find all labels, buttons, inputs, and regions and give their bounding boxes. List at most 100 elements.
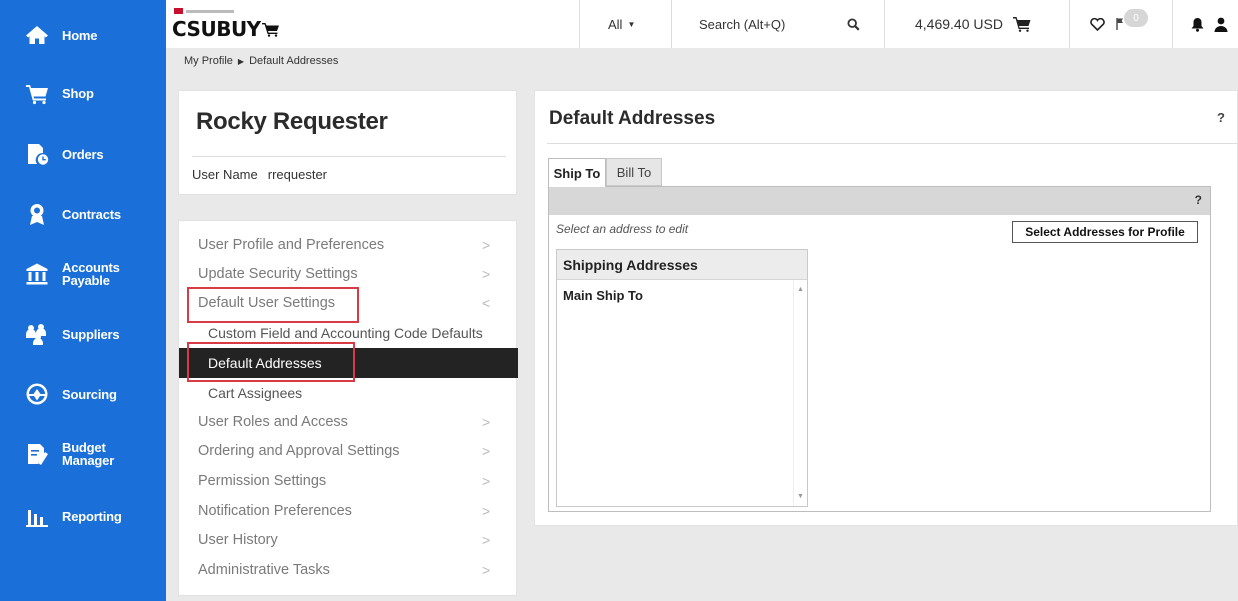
tab-bill-to[interactable]: Bill To [606,158,662,186]
search-input[interactable]: Search (Alt+Q) [699,0,869,48]
breadcrumb: My Profile ▶ Default Addresses [184,55,338,67]
nav-budget-label: Budget Manager [62,441,114,467]
menu-user-profile-preferences[interactable]: User Profile and Preferences > [179,230,518,260]
menu-item-label: Cart Assignees [208,385,303,401]
sourcing-icon [24,381,50,407]
breadcrumb-arrow-icon: ▶ [237,56,245,66]
logo-tagline-mark [174,7,234,15]
scroll-down-icon[interactable]: ▼ [797,493,804,500]
logo-text: CSUBUY [172,17,261,41]
nav-orders[interactable]: Orders [0,126,166,182]
nav-accounts-payable[interactable]: Accounts Payable [0,246,166,302]
reporting-icon [24,503,50,529]
profile-name: Rocky Requester [196,108,388,135]
menu-item-label: Administrative Tasks [198,562,330,578]
nav-sourcing[interactable]: Sourcing [0,366,166,422]
nav-accounts-payable-label: Accounts Payable [62,261,120,287]
nav-sourcing-label: Sourcing [62,386,117,402]
list-scrollbar[interactable]: ▲ ▼ [793,280,807,506]
page-title: Default Addresses [549,108,716,129]
shipping-addresses-list: Shipping Addresses Main Ship To ▲ ▼ [556,249,808,507]
menu-update-security-settings[interactable]: Update Security Settings > [179,259,518,289]
nav-orders-label: Orders [62,146,104,162]
shop-cart-icon [24,80,50,106]
breadcrumb-my-profile[interactable]: My Profile [184,55,233,67]
bell-icon [1191,17,1204,32]
user-menu-button[interactable] [1214,0,1228,48]
chevron-right-icon: > [482,562,491,578]
nav-contracts-label: Contracts [62,206,121,222]
menu-item-label: Notification Preferences [198,503,352,519]
logo-wordmark: CSUBUY [172,17,280,41]
list-item[interactable]: Main Ship To [563,288,643,303]
nav-suppliers-label: Suppliers [62,326,120,342]
chevron-right-icon: > [482,237,491,253]
search-icon [847,17,860,31]
breadcrumb-current: Default Addresses [249,55,339,67]
nav-contracts[interactable]: Contracts [0,186,166,242]
menu-administrative-tasks[interactable]: Administrative Tasks > [179,555,518,585]
username-value: rrequester [267,167,327,182]
profile-card: Rocky Requester User Name rrequester [178,90,517,195]
nav-budget-label-line2: Manager [62,453,115,468]
cart-button[interactable]: 4,469.40 USD [915,0,1031,48]
bank-icon [24,261,50,287]
ship-to-tab-panel: ? Select an address to edit Select Addre… [548,186,1211,512]
budget-icon [24,441,50,467]
menu-user-history[interactable]: User History > [179,525,518,555]
home-icon [24,22,50,48]
panel-help-icon[interactable]: ? [1195,193,1202,207]
menu-item-label: User History [198,532,278,548]
csubuy-logo[interactable]: CSUBUY [172,7,279,41]
suppliers-icon [24,321,50,347]
nav-shop[interactable]: Shop [0,65,166,121]
profile-divider [192,156,506,157]
orders-icon [24,141,50,167]
heart-icon [1090,17,1105,31]
left-nav: Home Shop Orders Contracts Accounts Payab… [0,0,166,601]
nav-reporting[interactable]: Reporting [0,488,166,544]
top-header: CSUBUY All ▼ Search (Alt+Q) 4,469.40 USD… [166,0,1238,48]
chevron-right-icon: > [482,443,491,459]
menu-item-label: Update Security Settings [198,266,358,282]
highlight-default-addresses [187,342,355,382]
nav-budget-manager[interactable]: Budget Manager [0,426,166,482]
highlight-default-user-settings [187,287,359,323]
select-addresses-for-profile-button[interactable]: Select Addresses for Profile [1012,221,1198,243]
cart-icon [1012,17,1031,32]
notifications-button[interactable] [1191,0,1204,48]
nav-shop-label: Shop [62,85,94,101]
menu-user-roles-access[interactable]: User Roles and Access > [179,407,518,437]
menu-cart-assignees[interactable]: Cart Assignees [179,378,518,408]
help-icon[interactable]: ? [1217,110,1225,125]
panel-toolbar: ? [549,187,1210,215]
cart-amount: 4,469.40 USD [915,16,1003,32]
search-scope-dropdown[interactable]: All ▼ [608,0,635,48]
nav-home[interactable]: Home [0,7,166,63]
nav-suppliers[interactable]: Suppliers [0,306,166,362]
flag-button[interactable]: 0 [1116,0,1148,48]
search-scope-label: All [608,16,623,32]
menu-item-label: Ordering and Approval Settings [198,443,400,459]
favorites-button[interactable] [1090,0,1105,48]
logo-cart-icon [261,23,279,37]
menu-permission-settings[interactable]: Permission Settings > [179,466,518,496]
shipping-addresses-header: Shipping Addresses [557,250,807,280]
chevron-right-icon: > [482,266,491,282]
chevron-down-icon: ▼ [627,19,636,29]
username-row: User Name rrequester [192,167,327,182]
chevron-right-icon: > [482,473,491,489]
chevron-right-icon: > [482,532,491,548]
menu-notification-preferences[interactable]: Notification Preferences > [179,496,518,526]
chevron-right-icon: > [482,414,491,430]
search-button[interactable] [847,0,860,48]
tab-ship-to[interactable]: Ship To [548,158,606,187]
menu-ordering-approval-settings[interactable]: Ordering and Approval Settings > [179,436,518,466]
nav-reporting-label: Reporting [62,508,122,524]
scroll-up-icon[interactable]: ▲ [797,286,804,293]
select-address-hint: Select an address to edit [556,222,689,236]
contracts-icon [24,201,50,227]
flag-count-badge: 0 [1124,9,1148,27]
search-placeholder: Search (Alt+Q) [699,16,786,32]
title-divider [547,143,1237,144]
